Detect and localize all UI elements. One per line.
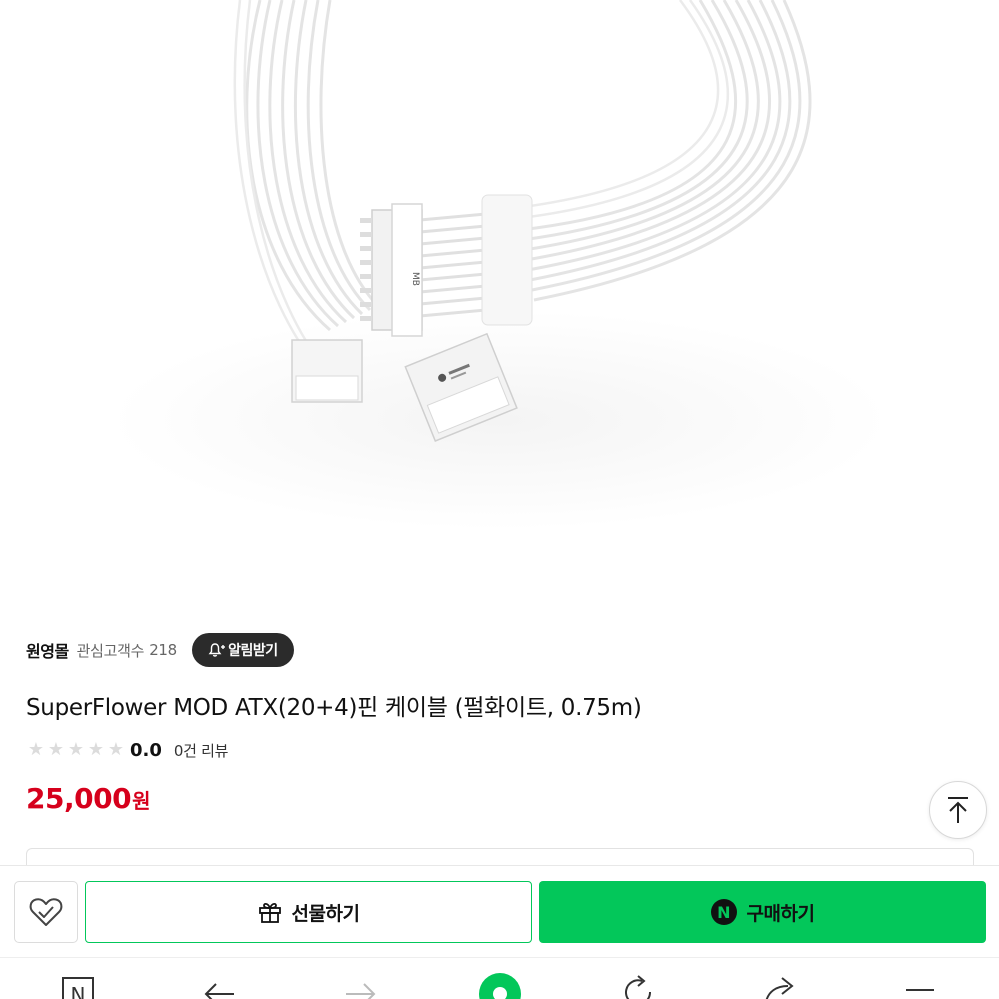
gift-button[interactable]: 선물하기 [85, 881, 532, 943]
price-value: 25,000 [26, 782, 132, 815]
bell-plus-icon [208, 643, 226, 657]
star-icon: ★ [27, 739, 45, 760]
star-icon: ★ [107, 739, 125, 760]
product-photo: MB [110, 0, 890, 530]
connector-label: MB [410, 272, 420, 286]
scroll-top-button[interactable] [929, 781, 987, 839]
heart-check-icon [29, 898, 63, 926]
notify-button[interactable]: 알림받기 [191, 633, 294, 667]
green-dot-icon[interactable] [478, 972, 522, 999]
product-image[interactable]: MB [0, 0, 999, 612]
browser-nav-bar: N [0, 957, 999, 999]
refresh-icon[interactable] [620, 972, 660, 999]
interest-count: 218 [149, 641, 177, 659]
star-icon: ★ [67, 739, 85, 760]
star-icon: ★ [87, 739, 105, 760]
buy-label: 구매하기 [746, 902, 815, 925]
purchase-action-bar: 선물하기 N 구매하기 [0, 865, 999, 957]
notify-label: 알림받기 [228, 643, 278, 659]
gift-icon [258, 902, 281, 923]
interest-label: 관심고객수 [76, 641, 145, 660]
price: 25,000 원 [26, 782, 150, 815]
star-icon: ★ [47, 739, 65, 760]
wish-button[interactable] [14, 881, 78, 943]
rating-row[interactable]: ★ ★ ★ ★ ★ 0.0 0건 리뷰 [26, 738, 228, 762]
rating-score: 0.0 [130, 739, 162, 761]
store-info-row: 원영몰 관심고객수 218 알림받기 [26, 633, 294, 667]
share-icon[interactable] [760, 972, 800, 999]
buy-button[interactable]: N 구매하기 [539, 881, 986, 943]
naver-home-icon[interactable]: N [60, 972, 96, 999]
gift-label: 선물하기 [291, 902, 360, 925]
price-unit: 원 [132, 789, 151, 813]
review-count[interactable]: 0건 리뷰 [174, 740, 229, 761]
rating-stars: ★ ★ ★ ★ ★ [26, 741, 126, 759]
menu-icon[interactable] [900, 972, 940, 999]
naver-pay-icon: N [710, 899, 737, 925]
back-arrow-icon[interactable] [200, 972, 240, 999]
store-name[interactable]: 원영몰 [26, 638, 69, 662]
arrow-up-to-top-icon [948, 797, 968, 823]
forward-arrow-icon[interactable] [340, 972, 380, 999]
product-title: SuperFlower MOD ATX(20+4)핀 케이블 (펄화이트, 0.… [26, 695, 642, 721]
svg-text:N: N [71, 983, 86, 999]
